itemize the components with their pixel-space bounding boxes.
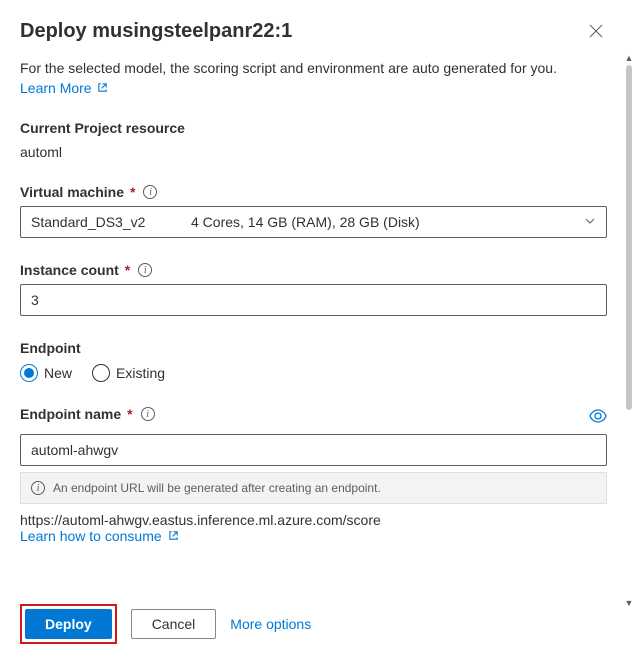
scroll-thumb[interactable] — [626, 65, 632, 410]
endpoint-existing-label: Existing — [116, 365, 165, 381]
endpoint-new-label: New — [44, 365, 72, 381]
vm-detail: 4 Cores, 14 GB (RAM), 28 GB (Disk) — [191, 214, 596, 230]
scrollbar[interactable]: ▲ ▼ — [623, 54, 635, 608]
subtitle-text: For the selected model, the scoring scri… — [20, 60, 607, 76]
deploy-button[interactable]: Deploy — [25, 609, 112, 639]
highlight-annotation: Deploy — [20, 604, 117, 644]
external-link-icon — [168, 530, 179, 544]
scroll-down-icon[interactable]: ▼ — [625, 599, 634, 608]
close-button[interactable] — [585, 20, 607, 46]
project-resource-label: Current Project resource — [20, 120, 607, 136]
vm-select[interactable]: Standard_DS3_v2 4 Cores, 14 GB (RAM), 28… — [20, 206, 607, 238]
instance-count-input[interactable] — [20, 284, 607, 316]
external-link-icon — [97, 82, 108, 96]
vm-label: Virtual machine * i — [20, 184, 157, 200]
cancel-button[interactable]: Cancel — [131, 609, 217, 639]
info-icon: i — [31, 481, 45, 495]
endpoint-existing-radio[interactable]: Existing — [92, 364, 165, 382]
page-title: Deploy musingsteelpanr22:1 — [20, 20, 292, 43]
endpoint-name-input[interactable] — [20, 434, 607, 466]
info-icon[interactable]: i — [143, 185, 157, 199]
scroll-up-icon[interactable]: ▲ — [625, 54, 634, 63]
instance-count-label-text: Instance count — [20, 262, 119, 278]
endpoint-name-label: Endpoint name * i — [20, 406, 155, 422]
learn-more-link[interactable]: Learn More — [20, 80, 108, 96]
learn-more-label: Learn More — [20, 80, 92, 96]
required-indicator: * — [125, 262, 130, 278]
info-icon[interactable]: i — [138, 263, 152, 277]
endpoint-banner-text: An endpoint URL will be generated after … — [53, 481, 381, 495]
required-indicator: * — [130, 184, 135, 200]
info-icon[interactable]: i — [141, 407, 155, 421]
endpoint-name-label-text: Endpoint name — [20, 406, 121, 422]
vm-selected-value: Standard_DS3_v2 — [31, 214, 191, 230]
endpoint-new-radio[interactable]: New — [20, 364, 72, 382]
instance-count-label: Instance count * i — [20, 262, 152, 278]
learn-consume-label: Learn how to consume — [20, 528, 162, 544]
radio-icon — [20, 364, 38, 382]
chevron-down-icon — [584, 214, 596, 230]
required-indicator: * — [127, 406, 132, 422]
radio-icon — [92, 364, 110, 382]
eye-icon[interactable] — [589, 409, 607, 426]
endpoint-info-banner: i An endpoint URL will be generated afte… — [20, 472, 607, 504]
endpoint-section-label: Endpoint — [20, 340, 607, 356]
footer-actions: Deploy Cancel More options — [0, 592, 331, 656]
vm-label-text: Virtual machine — [20, 184, 124, 200]
project-resource-value: automl — [20, 144, 62, 160]
close-icon — [589, 24, 603, 38]
endpoint-url: https://automl-ahwgv.eastus.inference.ml… — [20, 512, 607, 528]
learn-consume-link[interactable]: Learn how to consume — [20, 528, 179, 544]
more-options-link[interactable]: More options — [230, 616, 311, 632]
